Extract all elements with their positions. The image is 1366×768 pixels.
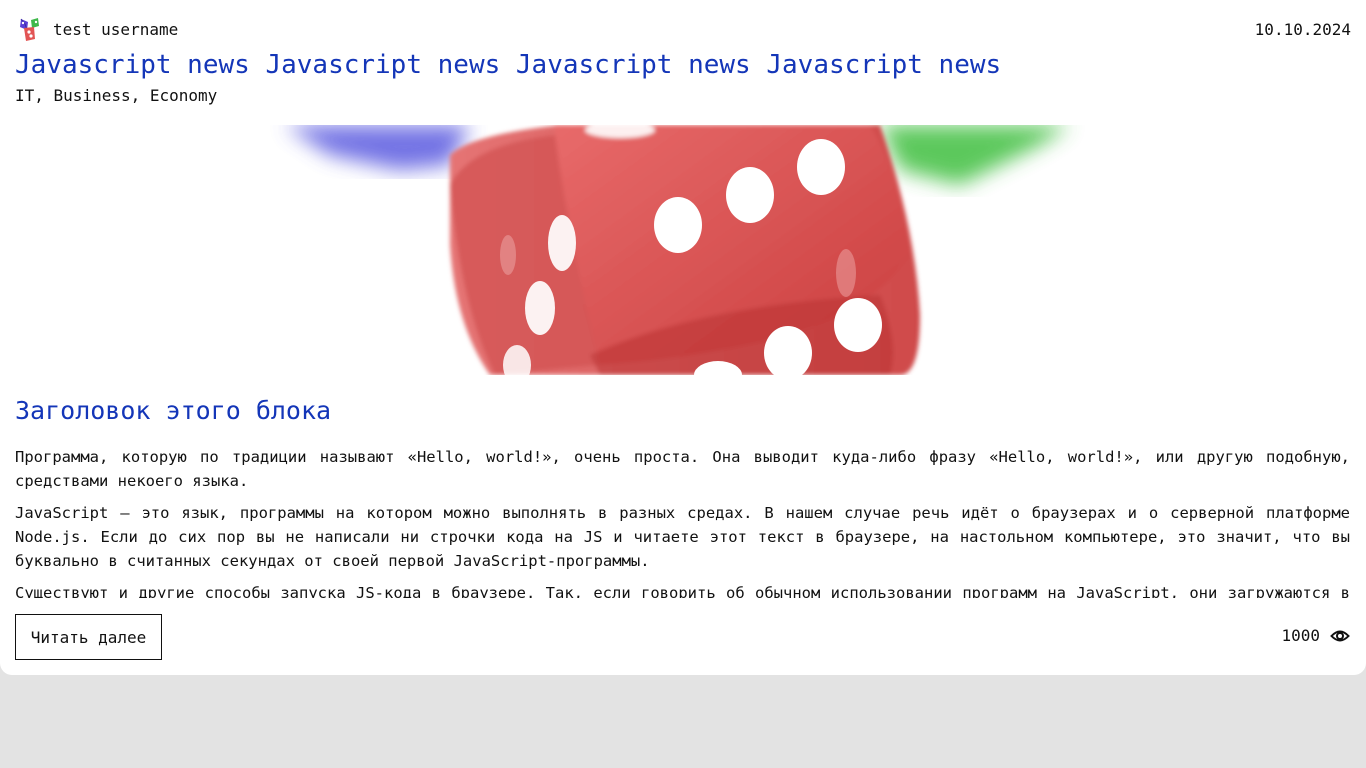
author-block[interactable]: test username xyxy=(15,15,178,43)
news-card: test username 10.10.2024 Javascript news… xyxy=(0,0,1366,675)
hero-image xyxy=(0,125,1366,375)
post-date: 10.10.2024 xyxy=(1254,19,1351,39)
article-paragraph: JavaScript — это язык, программы на кото… xyxy=(15,504,1350,570)
dice-image xyxy=(285,125,1070,375)
article-paragraph: Существуют и другие способы запуска JS-к… xyxy=(15,584,1350,598)
block-title: Заголовок этого блока xyxy=(15,396,332,425)
article-paragraph: Программа, которую по традиции называют … xyxy=(15,448,1350,490)
author-name[interactable]: test username xyxy=(53,20,178,39)
avatar-icon xyxy=(20,18,39,41)
views-counter: 1000 xyxy=(1281,626,1350,645)
read-more-button[interactable]: Читать далее xyxy=(15,614,162,660)
news-title[interactable]: Javascript news Javascript news Javascri… xyxy=(15,50,1001,80)
post-tags: IT, Business, Economy xyxy=(15,86,218,105)
post-header: test username 10.10.2024 xyxy=(15,14,1351,44)
article-body: Программа, которую по традиции называют … xyxy=(15,445,1350,598)
eye-icon xyxy=(1330,630,1350,641)
views-count: 1000 xyxy=(1281,626,1320,645)
